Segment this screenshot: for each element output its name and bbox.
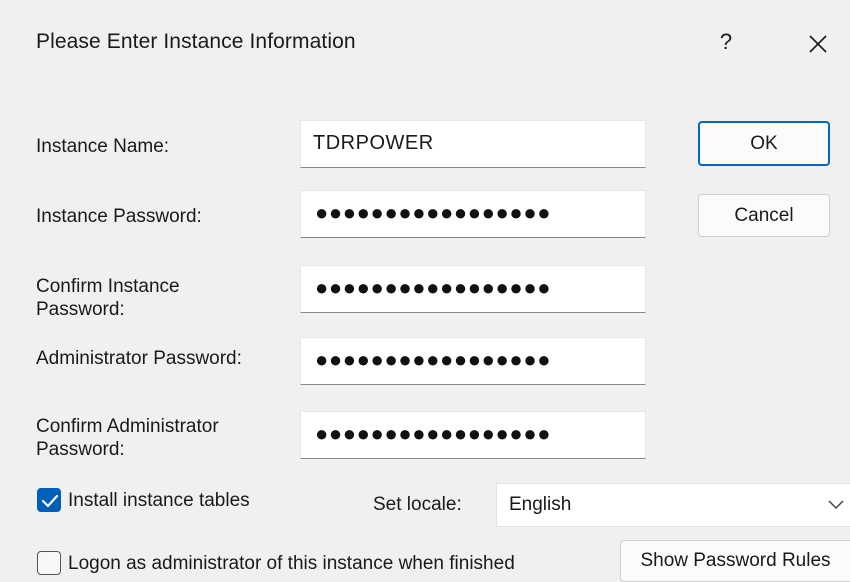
- cancel-button[interactable]: Cancel: [698, 194, 830, 237]
- close-icon: [809, 35, 827, 53]
- chevron-down-icon: [828, 500, 844, 510]
- instance-name-field[interactable]: TDRPOWER: [300, 120, 646, 168]
- confirm-instance-password-mask: ●●●●●●●●●●●●●●●●●: [315, 275, 552, 300]
- confirm-admin-password-label-line1: Confirm Administrator: [36, 416, 219, 437]
- show-password-rules-button[interactable]: Show Password Rules: [620, 540, 850, 582]
- admin-password-mask: ●●●●●●●●●●●●●●●●●: [315, 347, 552, 372]
- instance-password-mask: ●●●●●●●●●●●●●●●●●: [315, 200, 552, 225]
- close-button[interactable]: [796, 22, 840, 62]
- confirm-instance-password-label-line1: Confirm Instance: [36, 276, 180, 297]
- instance-password-label: Instance Password:: [36, 206, 202, 227]
- confirm-admin-password-label: Confirm Administrator Password:: [36, 415, 219, 461]
- ok-button[interactable]: OK: [698, 121, 830, 166]
- title-bar: Please Enter Instance Information ?: [0, 0, 850, 90]
- admin-password-label: Administrator Password:: [36, 348, 242, 369]
- locale-select[interactable]: English: [496, 483, 850, 527]
- logon-admin-checkbox[interactable]: [37, 551, 61, 575]
- instance-info-dialog: Please Enter Instance Information ? Inst…: [0, 0, 850, 582]
- confirm-instance-password-label: Confirm Instance Password:: [36, 275, 180, 321]
- admin-password-field[interactable]: ●●●●●●●●●●●●●●●●●: [300, 337, 646, 385]
- instance-password-field[interactable]: ●●●●●●●●●●●●●●●●●: [300, 190, 646, 238]
- install-tables-label: Install instance tables: [68, 490, 250, 511]
- locale-value: English: [509, 494, 572, 515]
- checkmark-icon: [41, 494, 59, 508]
- locale-label: Set locale:: [373, 494, 462, 515]
- confirm-admin-password-field[interactable]: ●●●●●●●●●●●●●●●●●: [300, 411, 646, 459]
- confirm-instance-password-label-line2: Password:: [36, 299, 125, 320]
- confirm-instance-password-field[interactable]: ●●●●●●●●●●●●●●●●●: [300, 265, 646, 313]
- instance-name-label: Instance Name:: [36, 136, 170, 157]
- confirm-admin-password-label-line2: Password:: [36, 439, 125, 460]
- confirm-admin-password-mask: ●●●●●●●●●●●●●●●●●: [315, 421, 552, 446]
- logon-admin-label: Logon as administrator of this instance …: [68, 553, 515, 574]
- help-button[interactable]: ?: [706, 22, 746, 62]
- instance-name-value: TDRPOWER: [313, 132, 434, 154]
- install-tables-checkbox[interactable]: [37, 488, 61, 512]
- dialog-title: Please Enter Instance Information: [36, 30, 356, 53]
